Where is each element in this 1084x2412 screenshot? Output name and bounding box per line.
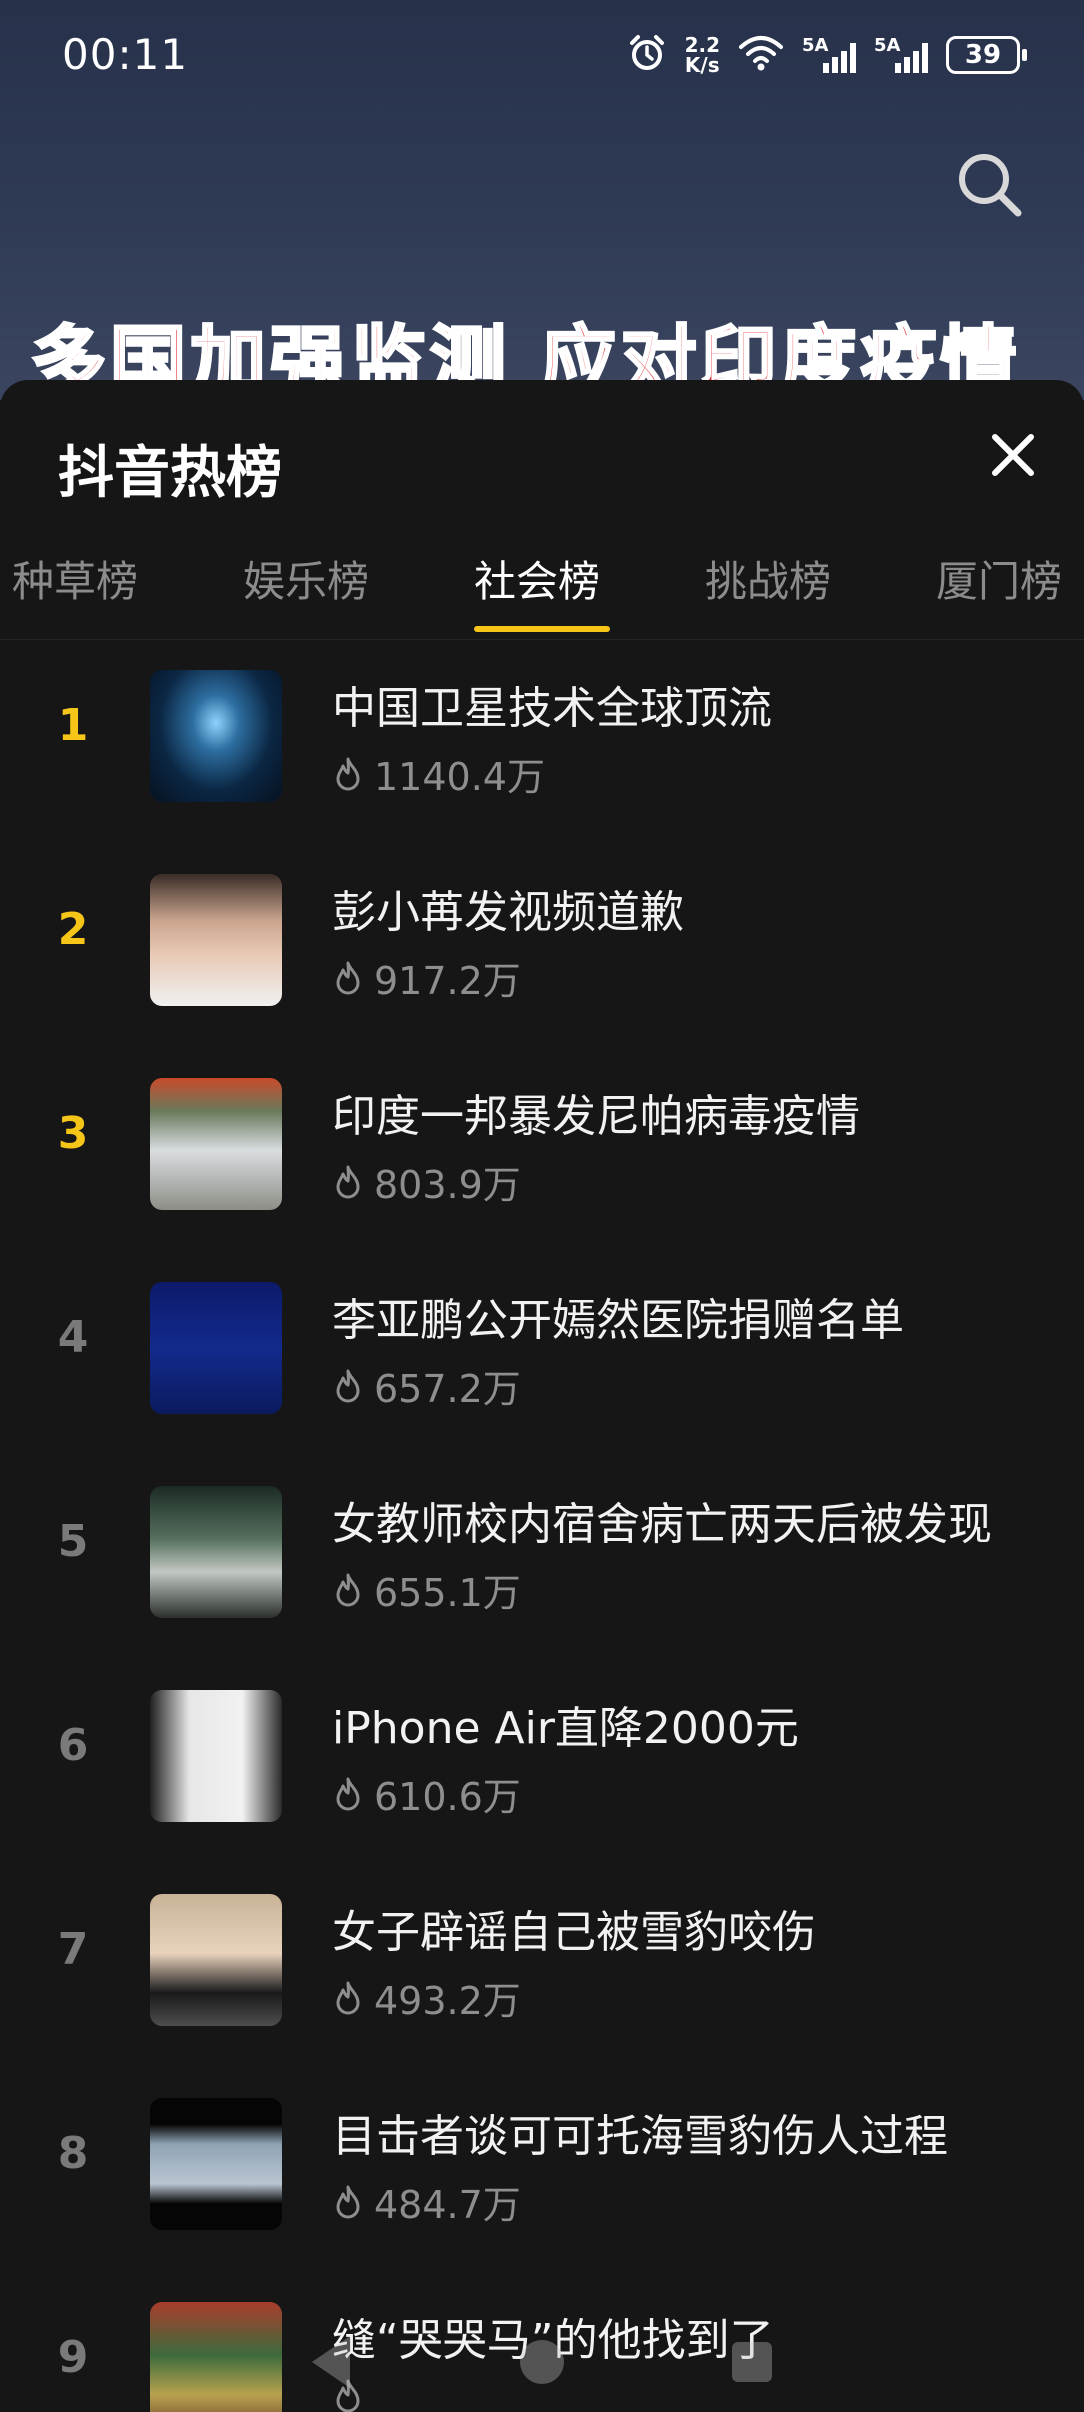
list-item[interactable]: 8 目击者谈可可托海雪豹伤人过程 484.7万 bbox=[0, 2098, 1084, 2302]
panel-title: 抖音热榜 bbox=[58, 441, 282, 506]
heat-value: 484.7万 bbox=[332, 2174, 521, 2229]
hot-list-panel: 抖音热榜 种草榜 娱乐榜 社会榜 挑战榜 厦门榜 1 中国卫星技术全球顶流 11… bbox=[0, 380, 1084, 2412]
close-button[interactable] bbox=[978, 420, 1048, 490]
item-title: 中国卫星技术全球顶流 bbox=[332, 683, 772, 734]
battery-level: 39 bbox=[964, 40, 1002, 70]
heat-value: 657.2万 bbox=[332, 1358, 521, 1413]
item-title: 李亚鹏公开嫣然医院捐赠名单 bbox=[332, 1295, 904, 1346]
net-speed: 2.2 K/s bbox=[685, 35, 720, 75]
rank-number: 4 bbox=[57, 1312, 89, 1363]
active-tab-indicator bbox=[474, 626, 610, 632]
list-item[interactable]: 2 彭小苒发视频道歉 917.2万 bbox=[0, 874, 1084, 1078]
flame-icon bbox=[336, 1165, 360, 1198]
thumbnail bbox=[150, 670, 282, 802]
category-tabs: 种草榜 娱乐榜 社会榜 挑战榜 厦门榜 bbox=[0, 530, 1084, 640]
heat-text: 1140.4万 bbox=[374, 755, 545, 799]
list-item[interactable]: 6 iPhone Air直降2000元 610.6万 bbox=[0, 1690, 1084, 1894]
flame-icon bbox=[336, 1369, 360, 1402]
rank-number: 8 bbox=[57, 2128, 89, 2179]
list-item[interactable]: 7 女子辟谣自己被雪豹咬伤 493.2万 bbox=[0, 1894, 1084, 2098]
heat-text: 917.2万 bbox=[374, 959, 521, 1003]
item-title: 彭小苒发视频道歉 bbox=[332, 887, 684, 938]
alarm-icon bbox=[627, 33, 667, 77]
thumbnail bbox=[150, 874, 282, 1006]
status-icons: 2.2 K/s 5A 5A 39 bbox=[627, 32, 1027, 78]
list-item[interactable]: 3 印度一邦暴发尼帕病毒疫情 803.9万 bbox=[0, 1078, 1084, 1282]
signal-icon: 5A bbox=[874, 35, 928, 75]
search-button[interactable] bbox=[950, 145, 1030, 225]
item-title: 目击者谈可可托海雪豹伤人过程 bbox=[332, 2111, 948, 2162]
tab-xiamen[interactable]: 厦门榜 bbox=[936, 548, 1062, 609]
heat-text: 484.7万 bbox=[374, 2183, 521, 2227]
rank-number: 7 bbox=[57, 1924, 89, 1975]
flame-icon bbox=[336, 1573, 360, 1606]
thumbnail bbox=[150, 1894, 282, 2026]
flame-icon bbox=[336, 1777, 360, 1810]
flame-icon bbox=[336, 1981, 360, 2014]
heat-text: 655.1万 bbox=[374, 1571, 521, 1615]
tab-society[interactable]: 社会榜 bbox=[474, 548, 600, 609]
thumbnail bbox=[150, 1282, 282, 1414]
item-title: 女子辟谣自己被雪豹咬伤 bbox=[332, 1907, 816, 1958]
item-title: iPhone Air直降2000元 bbox=[332, 1703, 799, 1754]
rank-number: 1 bbox=[57, 700, 89, 751]
search-icon bbox=[959, 154, 1022, 217]
rank-number: 2 bbox=[57, 904, 89, 955]
tab-zhongcao[interactable]: 种草榜 bbox=[12, 548, 138, 609]
close-icon bbox=[992, 434, 1034, 476]
heat-value: 1140.4万 bbox=[332, 746, 545, 801]
heat-value: 493.2万 bbox=[332, 1970, 521, 2025]
signal-icon: 5A bbox=[802, 35, 856, 75]
battery-icon: 39 bbox=[946, 36, 1027, 74]
heat-value: 917.2万 bbox=[332, 950, 521, 1005]
flame-icon bbox=[336, 961, 360, 994]
heat-value: 655.1万 bbox=[332, 1562, 521, 1617]
thumbnail bbox=[150, 2098, 282, 2230]
rank-number: 5 bbox=[57, 1516, 89, 1567]
list-item[interactable]: 4 李亚鹏公开嫣然医院捐赠名单 657.2万 bbox=[0, 1282, 1084, 1486]
item-title: 印度一邦暴发尼帕病毒疫情 bbox=[332, 1091, 860, 1142]
net-speed-value: 2.2 bbox=[684, 33, 720, 57]
list-item[interactable]: 1 中国卫星技术全球顶流 1140.4万 bbox=[0, 670, 1084, 874]
thumbnail bbox=[150, 1486, 282, 1618]
tab-entertainment[interactable]: 娱乐榜 bbox=[243, 548, 369, 609]
system-navigation bbox=[0, 2312, 1084, 2412]
heat-value: 803.9万 bbox=[332, 1154, 521, 1209]
status-time: 00:11 bbox=[62, 30, 189, 79]
flame-icon bbox=[336, 2185, 360, 2218]
heat-value: 610.6万 bbox=[332, 1766, 521, 1821]
heat-text: 657.2万 bbox=[374, 1367, 521, 1411]
rank-number: 6 bbox=[57, 1720, 89, 1771]
flame-icon bbox=[336, 757, 360, 790]
nav-buttons-icon bbox=[312, 2336, 772, 2388]
heat-text: 493.2万 bbox=[374, 1979, 521, 2023]
status-bar: 00:11 2.2 K/s 5A 5A 39 bbox=[0, 0, 1084, 110]
heat-text: 803.9万 bbox=[374, 1163, 521, 1207]
rank-number: 3 bbox=[57, 1108, 89, 1159]
thumbnail bbox=[150, 1078, 282, 1210]
item-title: 女教师校内宿舍病亡两天后被发现 bbox=[332, 1499, 992, 1550]
thumbnail bbox=[150, 1690, 282, 1822]
heat-text: 610.6万 bbox=[374, 1775, 521, 1819]
net-speed-unit: K/s bbox=[684, 53, 720, 77]
tab-challenge[interactable]: 挑战榜 bbox=[705, 548, 831, 609]
wifi-icon bbox=[738, 33, 784, 77]
list-item[interactable]: 5 女教师校内宿舍病亡两天后被发现 655.1万 bbox=[0, 1486, 1084, 1690]
